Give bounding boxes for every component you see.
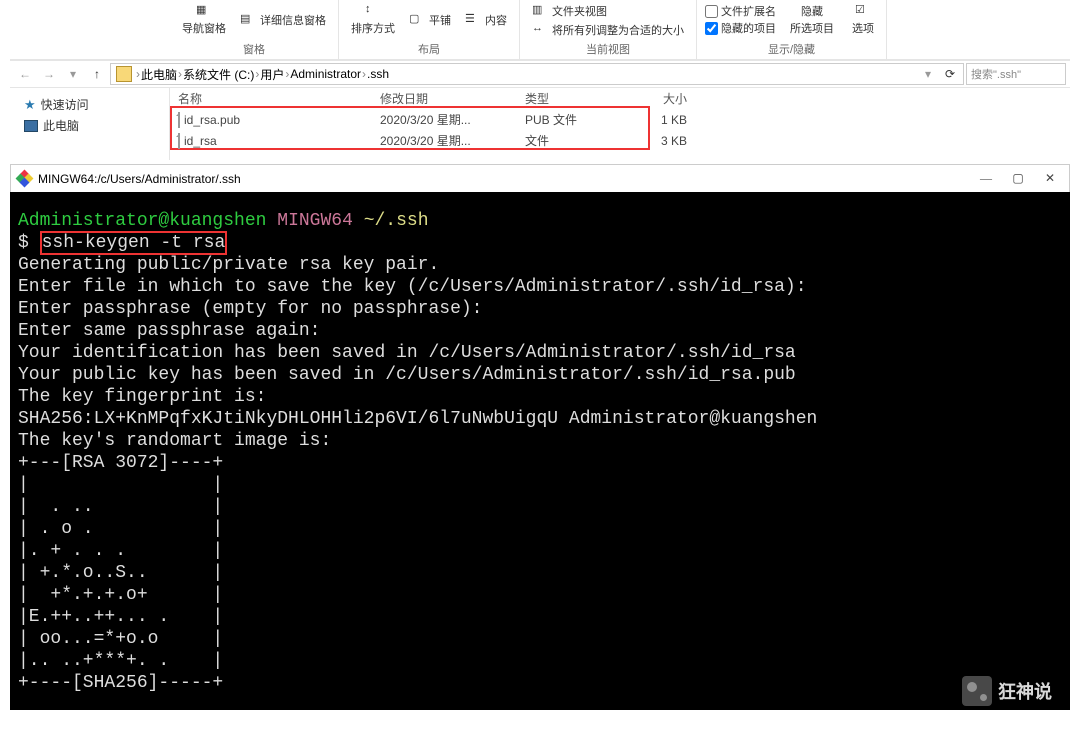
- breadcrumb-item[interactable]: 此电脑: [141, 66, 177, 83]
- fit-columns-button[interactable]: ↔将所有列调整为合适的大小: [528, 21, 688, 39]
- explorer-ribbon: ▦导航窗格 ▤详细信息窗格 窗格 ↕排序方式 ▢平铺 ☰内容 布局 ▥文件夹视图…: [10, 0, 1070, 60]
- nav-pane-button[interactable]: ▦导航窗格: [178, 2, 230, 37]
- history-dropdown[interactable]: ▾: [917, 63, 939, 85]
- maximize-button[interactable]: ▢: [1003, 168, 1033, 190]
- options-button[interactable]: ☑选项: [848, 2, 878, 37]
- group-by-button[interactable]: ▥文件夹视图: [528, 2, 611, 20]
- refresh-button[interactable]: ⟳: [939, 63, 961, 85]
- sort-button[interactable]: ↕排序方式: [347, 2, 399, 37]
- breadcrumb-item[interactable]: 用户: [260, 66, 284, 83]
- ribbon-group-pane: ▦导航窗格 ▤详细信息窗格 窗格: [170, 0, 339, 59]
- tile-icon: ▢: [409, 12, 425, 28]
- terminal-body[interactable]: Administrator@kuangshen MINGW64 ~/.ssh $…: [10, 192, 1070, 710]
- ribbon-group-label: 窗格: [243, 40, 265, 59]
- sidebar-item-pc[interactable]: 此电脑: [24, 115, 169, 136]
- terminal-titlebar[interactable]: MINGW64:/c/Users/Administrator/.ssh — ▢ …: [10, 164, 1070, 192]
- detail-pane-icon: ▤: [240, 12, 256, 28]
- nav-pane-icon: ▦: [196, 3, 212, 19]
- breadcrumb[interactable]: › 此电脑› 系统文件 (C:)› 用户› Administrator› .ss…: [110, 63, 964, 85]
- ribbon-group-layout: ↕排序方式 ▢平铺 ☰内容 布局: [339, 0, 520, 59]
- forward-button[interactable]: →: [38, 63, 60, 85]
- file-ext-checkbox[interactable]: 文件扩展名: [705, 3, 776, 19]
- search-input[interactable]: 搜索".ssh": [966, 63, 1066, 85]
- watermark: 狂神说: [962, 676, 1052, 706]
- file-row[interactable]: id_rsa 2020/3/20 星期... 文件 3 KB: [170, 130, 1070, 151]
- file-list: 名称 修改日期 类型 大小 id_rsa.pub 2020/3/20 星期...…: [170, 88, 1070, 160]
- close-button[interactable]: ✕: [1035, 168, 1065, 190]
- terminal-window: MINGW64:/c/Users/Administrator/.ssh — ▢ …: [10, 164, 1070, 710]
- watermark-text: 狂神说: [998, 678, 1052, 704]
- breadcrumb-item[interactable]: Administrator: [290, 67, 361, 81]
- terminal-title: MINGW64:/c/Users/Administrator/.ssh: [38, 172, 241, 186]
- explorer-sidebar: ★快速访问 此电脑: [10, 88, 170, 160]
- columns-icon: ▥: [532, 3, 548, 19]
- folder-icon: [116, 66, 132, 82]
- file-icon: [178, 112, 180, 128]
- wechat-icon: [962, 676, 992, 706]
- content-view-button[interactable]: ☰内容: [461, 11, 511, 29]
- file-icon: [178, 133, 180, 149]
- breadcrumb-item[interactable]: .ssh: [367, 67, 389, 81]
- detail-pane-button[interactable]: ▤详细信息窗格: [236, 11, 330, 29]
- minimize-button[interactable]: —: [971, 168, 1001, 190]
- fit-icon: ↔: [532, 22, 548, 38]
- mingw-icon: [17, 171, 33, 187]
- back-button[interactable]: ←: [14, 63, 36, 85]
- breadcrumb-item[interactable]: 系统文件 (C:): [183, 66, 254, 83]
- ribbon-group-label: 布局: [418, 40, 440, 59]
- sidebar-item-quick[interactable]: ★快速访问: [24, 94, 169, 115]
- column-headers[interactable]: 名称 修改日期 类型 大小: [170, 88, 1070, 109]
- address-bar: ← → ▾ ↑ › 此电脑› 系统文件 (C:)› 用户› Administra…: [10, 60, 1070, 88]
- hidden-items-checkbox[interactable]: 隐藏的项目: [705, 20, 776, 36]
- content-icon: ☰: [465, 12, 481, 28]
- ribbon-group-label: 当前视图: [586, 40, 630, 59]
- file-area: ★快速访问 此电脑 名称 修改日期 类型 大小 id_rsa.pub 2020/…: [10, 88, 1070, 160]
- up-button[interactable]: ↑: [86, 63, 108, 85]
- file-row[interactable]: id_rsa.pub 2020/3/20 星期... PUB 文件 1 KB: [170, 109, 1070, 130]
- ribbon-group-label: 显示/隐藏: [768, 40, 815, 59]
- options-icon: ☑: [855, 3, 871, 19]
- tile-view-button[interactable]: ▢平铺: [405, 11, 455, 29]
- hide-selected-button[interactable]: 隐藏所选项目: [786, 2, 838, 37]
- ribbon-group-view: ▥文件夹视图 ↔将所有列调整为合适的大小 当前视图: [520, 0, 697, 59]
- command-highlight: ssh-keygen -t rsa: [40, 231, 228, 255]
- sort-icon: ↕: [365, 3, 381, 19]
- recent-button[interactable]: ▾: [62, 63, 84, 85]
- ribbon-group-show: 文件扩展名 隐藏的项目 隐藏所选项目 ☑选项 显示/隐藏: [697, 0, 887, 59]
- pc-icon: [24, 120, 38, 132]
- star-icon: ★: [24, 97, 36, 113]
